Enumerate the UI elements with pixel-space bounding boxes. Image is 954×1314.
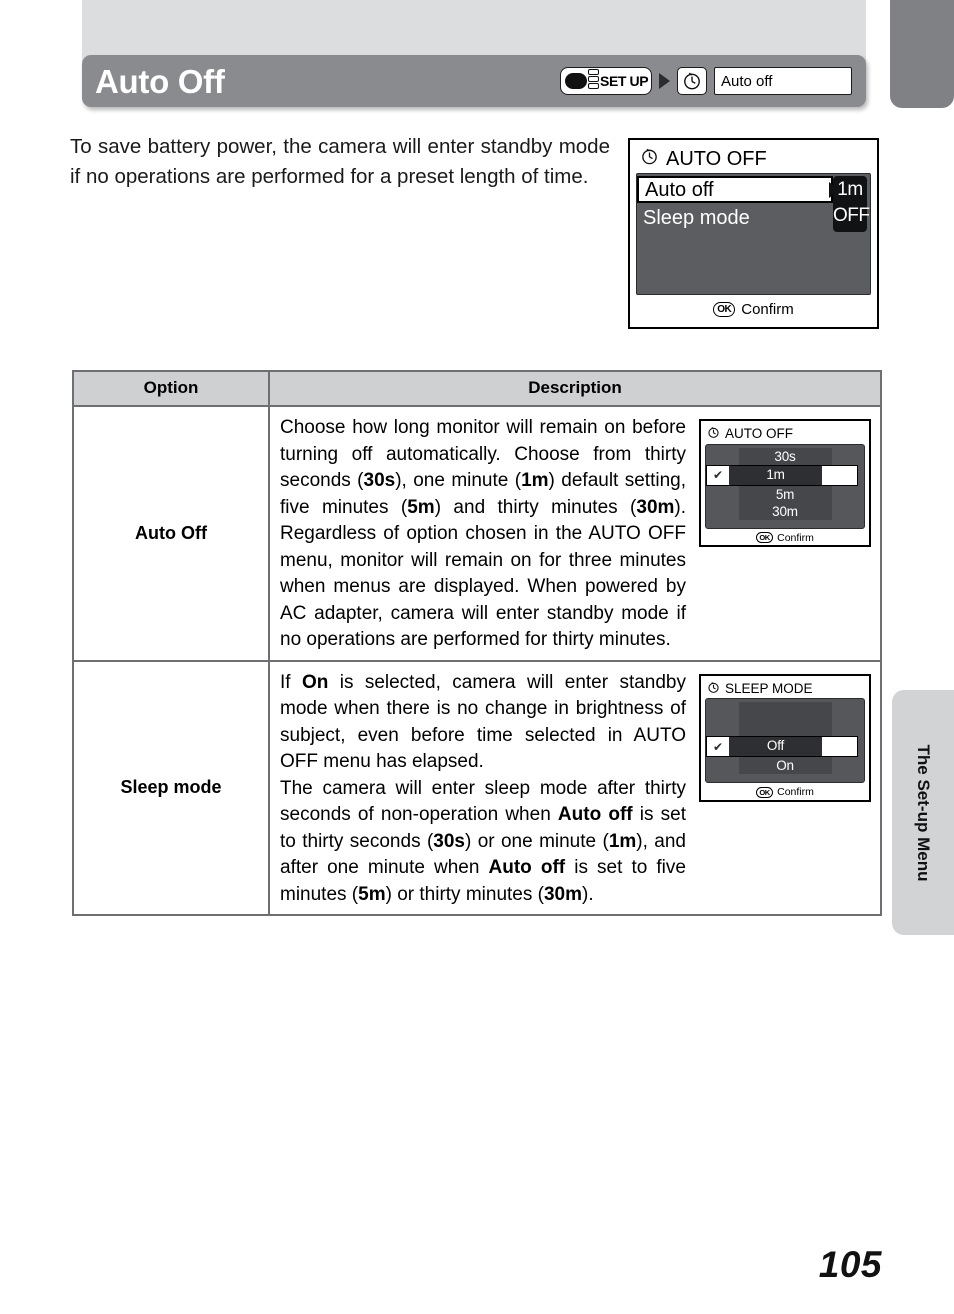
clock-icon bbox=[640, 147, 659, 170]
ok-button-icon: OK bbox=[713, 302, 736, 317]
breadcrumb-setup-label: SET UP bbox=[600, 73, 649, 89]
lcd-value-auto-off: 1m bbox=[837, 179, 863, 200]
checkmark-icon: ✔ bbox=[712, 739, 724, 754]
breadcrumb-menu-item: Auto off bbox=[714, 67, 852, 95]
breadcrumb-setup-mode: SET UP bbox=[560, 67, 652, 95]
lcd-title-row: AUTO OFF bbox=[640, 147, 871, 170]
lcd-title-label: SLEEP MODE bbox=[725, 680, 813, 696]
lcd-confirm-row: OK Confirm bbox=[705, 532, 865, 544]
lcd-menu-item-label: Auto off bbox=[645, 178, 714, 201]
page-number: 105 bbox=[818, 1244, 882, 1285]
chapter-side-tab-label: The Set-up Menu bbox=[914, 744, 933, 881]
lcd-menu-item[interactable]: 30s bbox=[738, 447, 832, 465]
lcd-menu-item-label: Sleep mode bbox=[643, 206, 750, 229]
column-header-description: Description bbox=[528, 378, 622, 397]
lcd-confirm-row: OK Confirm bbox=[705, 786, 865, 798]
chapter-side-tab: The Set-up Menu bbox=[892, 690, 954, 935]
lcd-screenshot-auto-off: AUTO OFF Auto off Sleep mode 1m OFF OK C… bbox=[628, 138, 879, 329]
lcd-title-label: AUTO OFF bbox=[725, 426, 794, 441]
checkmark-icon: ✔ bbox=[712, 468, 724, 482]
option-screenshot-cell: AUTO OFF 30s ✔ 1m 5m 30m OK Confirm bbox=[690, 407, 880, 660]
lcd-value-column: 1m OFF bbox=[833, 176, 870, 232]
lcd-title-label: AUTO OFF bbox=[666, 147, 767, 170]
table-row: Auto Off Choose how long monitor will re… bbox=[74, 407, 880, 662]
lcd-confirm-label: Confirm bbox=[741, 301, 794, 318]
mode-dial-teeth-icon bbox=[588, 69, 599, 93]
lcd-menu-item-label: 1m bbox=[729, 465, 822, 485]
corner-thumb-tab bbox=[890, 0, 954, 108]
lcd-menu-item[interactable]: On bbox=[738, 757, 832, 774]
lcd-menu-item-auto-off[interactable]: Auto off bbox=[637, 176, 833, 203]
lcd-menu-body: Auto off Sleep mode 1m OFF bbox=[636, 173, 871, 295]
lcd-screenshot-auto-off-submenu: AUTO OFF 30s ✔ 1m 5m 30m OK Confirm bbox=[699, 419, 871, 547]
lcd-menu-item-label: Off bbox=[729, 737, 822, 756]
clock-icon bbox=[677, 67, 707, 95]
option-description-sleep-mode: If On is selected, camera will enter sta… bbox=[280, 671, 686, 905]
top-banner-strip bbox=[82, 0, 866, 62]
page-title-bar: Auto Off SET UP Auto off bbox=[82, 55, 866, 107]
lcd-confirm-label: Confirm bbox=[777, 531, 814, 544]
lcd-screenshot-sleep-mode-submenu: SLEEP MODE ✔ Off On OK Confirm bbox=[699, 673, 871, 802]
lcd-confirm-row: OK Confirm bbox=[636, 301, 871, 318]
lcd-title-row: SLEEP MODE bbox=[707, 681, 865, 697]
mode-dial-icon bbox=[565, 73, 587, 89]
table-header-row: Option Description bbox=[74, 372, 880, 407]
option-name-sleep-mode: Sleep mode bbox=[74, 661, 270, 914]
option-screenshot-cell: SLEEP MODE ✔ Off On OK Confirm bbox=[690, 662, 880, 915]
lcd-menu-item-selected[interactable]: ✔ 1m bbox=[706, 464, 858, 486]
breadcrumb: SET UP Auto off bbox=[560, 67, 852, 95]
options-table: Option Description Auto Off Choose how l… bbox=[72, 370, 882, 916]
clock-icon bbox=[707, 681, 720, 697]
lcd-menu-body: 30s ✔ 1m 5m 30m bbox=[705, 443, 865, 529]
lcd-menu-item[interactable]: 5m bbox=[738, 485, 832, 503]
ok-button-icon: OK bbox=[756, 532, 774, 543]
option-description-auto-off: Choose how long monitor will remain on b… bbox=[280, 417, 687, 650]
lcd-value-sleep-mode: OFF bbox=[833, 205, 870, 226]
lcd-menu-spacer bbox=[738, 719, 832, 736]
breadcrumb-menu-item-label: Auto off bbox=[721, 72, 773, 90]
column-header-option: Option bbox=[74, 372, 270, 405]
table-row: Sleep mode If On is selected, camera wil… bbox=[74, 661, 880, 915]
intro-paragraph: To save battery power, the camera will e… bbox=[70, 135, 610, 188]
lcd-menu-body: ✔ Off On bbox=[705, 698, 865, 783]
ok-button-icon: OK bbox=[756, 786, 774, 798]
clock-icon bbox=[707, 426, 720, 442]
page-title: Auto Off bbox=[95, 62, 225, 100]
breadcrumb-arrow-icon bbox=[659, 73, 670, 89]
option-name-auto-off: Auto Off bbox=[74, 407, 270, 660]
lcd-menu-item-selected[interactable]: ✔ Off bbox=[706, 736, 858, 757]
lcd-confirm-label: Confirm bbox=[777, 786, 814, 798]
lcd-menu-item[interactable]: 30m bbox=[738, 502, 832, 520]
lcd-title-row: AUTO OFF bbox=[707, 426, 865, 442]
lcd-menu-spacer bbox=[738, 702, 832, 719]
